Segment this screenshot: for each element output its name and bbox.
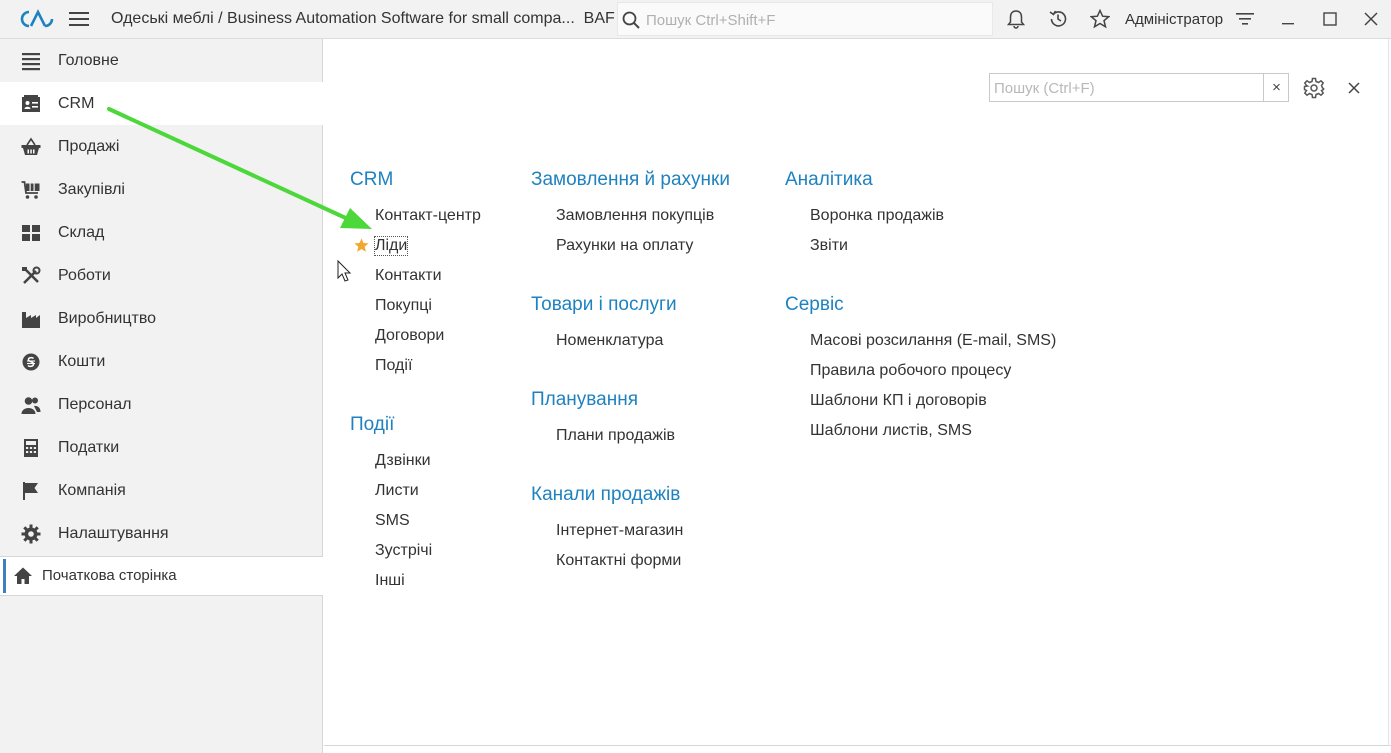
sidebar-item-label: Головне [58, 52, 119, 69]
link-meetings[interactable]: Зустрічі [375, 542, 432, 560]
sidebar-item-main[interactable]: Головне [0, 39, 323, 82]
link-payment-invoices[interactable]: Рахунки на оплату [556, 237, 693, 255]
link-events[interactable]: Події [375, 357, 412, 375]
link-letter-sms-templates[interactable]: Шаблони листів, SMS [810, 422, 972, 440]
favorite-star-icon[interactable] [354, 238, 369, 253]
sidebar-item-works[interactable]: Роботи [0, 254, 323, 297]
link-mass-mailing[interactable]: Масові розсилання (E-mail, SMS) [810, 332, 1056, 350]
panel-right-border [1388, 39, 1389, 746]
crm-section-panel: × CRM Контакт-центр Ліди Контакти Покупц… [324, 39, 1391, 753]
link-customers[interactable]: Покупці [375, 297, 432, 315]
search-icon [622, 11, 640, 29]
link-contacts[interactable]: Контакти [375, 267, 442, 285]
gear-icon [21, 524, 41, 544]
sidebar-item-label: Виробництво [58, 310, 157, 327]
history-icon[interactable] [1048, 9, 1068, 29]
coin-icon [22, 353, 40, 371]
sidebar-item-settings[interactable]: Налаштування [0, 512, 323, 555]
sidebar-item-label: Роботи [58, 267, 111, 284]
sidebar-item-label: Компанія [58, 482, 126, 499]
sidebar-item-company[interactable]: Компанія [0, 469, 323, 512]
app-suffix: BAF [583, 10, 615, 27]
favorites-star-icon[interactable] [1090, 9, 1110, 29]
sidebar-item-taxes[interactable]: Податки [0, 426, 323, 469]
factory-icon [22, 312, 40, 328]
close-window-icon[interactable] [1361, 9, 1381, 29]
link-offer-contract-templates[interactable]: Шаблони КП і договорів [810, 392, 987, 410]
sidebar-item-production[interactable]: Виробництво [0, 297, 323, 340]
people-icon [21, 397, 41, 414]
sidebar-item-purchases[interactable]: Закупівлі [0, 168, 323, 211]
tools-icon [22, 266, 41, 284]
sidebar-item-warehouse[interactable]: Склад [0, 211, 323, 254]
sidebar: Головне CRM Продажі Закупівлі Склад Робо… [0, 39, 323, 753]
app-logo-icon[interactable] [19, 9, 55, 29]
section-title-orders: Замовлення й рахунки [531, 169, 730, 190]
sidebar-item-label: Продажі [58, 138, 120, 155]
sidebar-item-label: Податки [58, 439, 120, 456]
sidebar-item-sales[interactable]: Продажі [0, 125, 323, 168]
global-search-box[interactable] [617, 2, 993, 36]
link-letters[interactable]: Листи [375, 482, 419, 500]
link-contact-center[interactable]: Контакт-центр [375, 207, 481, 225]
panel-search-box[interactable]: × [989, 73, 1289, 102]
link-calls[interactable]: Дзвінки [375, 452, 431, 470]
section-title-analytics: Аналітика [785, 169, 873, 190]
sidebar-item-money[interactable]: Кошти [0, 340, 323, 383]
panel-close-icon[interactable] [1345, 79, 1363, 97]
active-indicator [3, 559, 6, 593]
panel-bottom-border [324, 745, 1391, 746]
notifications-bell-icon[interactable] [1006, 9, 1026, 29]
link-leads[interactable]: Ліди [373, 236, 409, 256]
sidebar-item-label: CRM [58, 95, 95, 112]
app-title: Одеські меблі / Business Automation Soft… [111, 10, 615, 28]
minimize-icon[interactable] [1278, 9, 1298, 29]
app-title-text: Одеські меблі / Business Automation Soft… [111, 10, 575, 27]
section-title-crm: CRM [350, 169, 394, 190]
sidebar-item-crm[interactable]: CRM [0, 82, 323, 125]
section-title-planning: Планування [531, 389, 639, 410]
panel-search-input[interactable] [992, 78, 1256, 99]
home-page-label: Початкова сторінка [42, 567, 177, 584]
cart-icon [21, 181, 40, 199]
link-contact-forms[interactable]: Контактні форми [556, 552, 681, 570]
flag-icon [23, 482, 38, 500]
link-sales-funnel[interactable]: Воронка продажів [810, 207, 944, 225]
link-reports[interactable]: Звіти [810, 237, 848, 255]
global-search-input[interactable] [644, 9, 978, 31]
contact-card-icon [22, 95, 40, 112]
main-menu-icon[interactable] [69, 11, 89, 27]
sidebar-item-label: Налаштування [58, 525, 169, 542]
home-page-item[interactable]: Початкова сторінка [0, 556, 323, 596]
section-title-service: Сервіс [785, 294, 844, 315]
link-customer-orders[interactable]: Замовлення покупців [556, 207, 714, 225]
link-other[interactable]: Інші [375, 572, 405, 590]
title-bar: Одеські меблі / Business Automation Soft… [0, 0, 1391, 39]
link-online-store[interactable]: Інтернет-магазин [556, 522, 683, 540]
sidebar-item-label: Склад [58, 224, 105, 241]
link-sms[interactable]: SMS [375, 512, 410, 530]
sidebar-item-personnel[interactable]: Персонал [0, 383, 323, 426]
sidebar-item-label: Закупівлі [58, 181, 125, 198]
warehouse-grid-icon [22, 225, 40, 241]
home-icon [14, 567, 32, 584]
sidebar-item-label: Кошти [58, 353, 106, 370]
link-workflow-rules[interactable]: Правила робочого процесу [810, 362, 1011, 380]
section-title-events: Події [350, 414, 395, 435]
section-title-goods: Товари і послуги [531, 294, 677, 315]
clear-search-button[interactable]: × [1263, 74, 1289, 101]
user-name[interactable]: Адміністратор [1125, 11, 1223, 28]
basket-icon [21, 137, 41, 155]
list-icon [22, 53, 40, 71]
link-contracts[interactable]: Договори [375, 327, 444, 345]
settings-filter-icon[interactable] [1235, 9, 1255, 29]
sidebar-item-label: Персонал [58, 396, 132, 413]
link-nomenclature[interactable]: Номенклатура [556, 332, 663, 350]
section-title-channels: Канали продажів [531, 484, 681, 505]
link-sales-plans[interactable]: Плани продажів [556, 427, 675, 445]
calculator-icon [24, 439, 38, 457]
panel-settings-gear-icon[interactable] [1303, 77, 1325, 99]
maximize-icon[interactable] [1320, 9, 1340, 29]
